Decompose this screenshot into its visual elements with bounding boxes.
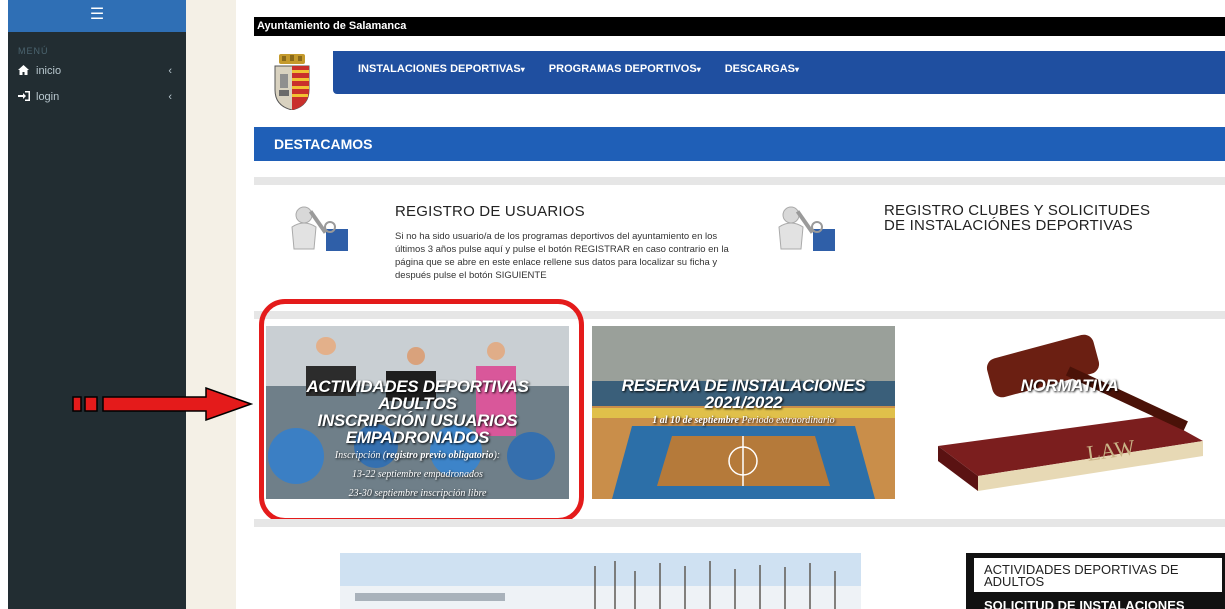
tile-title-line: ACTIVIDADES DEPORTIVAS ADULTOS [306,377,529,413]
sidebar-item-label: login [36,91,60,103]
tile-title-line: NORMATIVA [1020,376,1119,395]
user-key-icon[interactable] [765,205,841,255]
registro-usuarios-text: Si no ha sido usuario/a de los programas… [395,231,729,281]
login-icon [18,90,30,104]
home-icon [18,64,30,78]
tile-date: 13-22 septiembre empadronados [352,469,483,480]
sidebar-item-inicio[interactable]: inicio ‹ [8,58,186,84]
hamburger-icon: ☰ [89,6,105,23]
tile-date: 23-30 septiembre inscripción libre [348,488,487,499]
sidebar-item-login[interactable]: login ‹ [8,84,186,110]
main-content: Ayuntamiento de Salamanca INSTALACIONES … [72,0,1225,609]
tile-subtitle: 1 al 10 de septiembre Periodo extraordin… [652,415,835,426]
outdoor-landscape-photo [265,541,861,609]
side-list-item[interactable]: SOLICITUD DE INSTALACIONES [966,592,1225,609]
page-gutter [186,0,236,609]
sidebar-menu-title: MENÚ [18,46,49,56]
tile-reserva-instalaciones[interactable]: RESERVA DE INSTALACIONES 2021/2022 1 al … [592,326,895,499]
tile-subtitle: Inscripción (registro previo obligatorio… [334,450,501,461]
tile-normativa[interactable]: LAW NORMATIVA [918,326,1221,499]
chevron-left-icon: ‹ [168,91,172,103]
caret-down-icon: ▾ [520,65,525,74]
tile-title-line: RESERVA DE INSTALACIONES [621,376,866,395]
side-menu-list: ACTIVIDADES DEPORTIVAS DE ADULTOS SOLICI… [966,553,1225,609]
chevron-left-icon: ‹ [168,65,172,77]
tile-title-line: EMPADRONADOS [345,428,490,447]
divider [254,519,1225,527]
side-list-item[interactable]: ACTIVIDADES DEPORTIVAS DE ADULTOS [974,558,1222,592]
caret-down-icon: ▾ [696,65,701,74]
tile-title-line: 2021/2022 [704,393,783,412]
registro-usuarios-title[interactable]: REGISTRO DE USUARIOS [395,203,585,220]
nav-instalaciones-deportivas[interactable]: INSTALACIONES DEPORTIVAS▾ [358,63,525,75]
divider [254,311,1225,319]
main-navbar: INSTALACIONES DEPORTIVAS▾ PROGRAMAS DEPO… [333,51,1225,94]
tile-title-line: INSCRIPCIÓN USUARIOS [317,411,518,430]
sidebar-toggle-button[interactable]: ☰ [8,0,186,32]
user-key-icon[interactable] [278,205,354,255]
nav-programas-deportivos[interactable]: PROGRAMAS DEPORTIVOS▾ [549,63,701,75]
sidebar: ☰ MENÚ inicio ‹ login ‹ [8,0,186,609]
tile-actividades-deportivas-adultos[interactable]: ACTIVIDADES DEPORTIVAS ADULTOS INSCRIPCI… [266,326,569,499]
caret-down-icon: ▾ [795,65,800,74]
nav-descargas[interactable]: DESCARGAS▾ [725,63,799,75]
gavel-book-photo: LAW [918,326,1221,499]
divider [254,177,1225,185]
registro-clubes-title[interactable]: REGISTRO CLUBES Y SOLICITUDES DE INSTALA… [884,203,1150,233]
tile-reserva-caption: RESERVA DE INSTALACIONES 2021/2022 1 al … [592,377,895,426]
tile-actividades-caption: ACTIVIDADES DEPORTIVAS ADULTOS INSCRIPCI… [266,378,569,499]
red-arrow-annotation [72,387,253,421]
section-title-destacamos: DESTACAMOS [254,127,1225,161]
site-title-bar: Ayuntamiento de Salamanca [254,17,1225,36]
city-coat-of-arms-logo[interactable] [273,54,311,110]
tile-normativa-caption: NORMATIVA [918,377,1221,394]
sidebar-item-label: inicio [36,65,62,77]
